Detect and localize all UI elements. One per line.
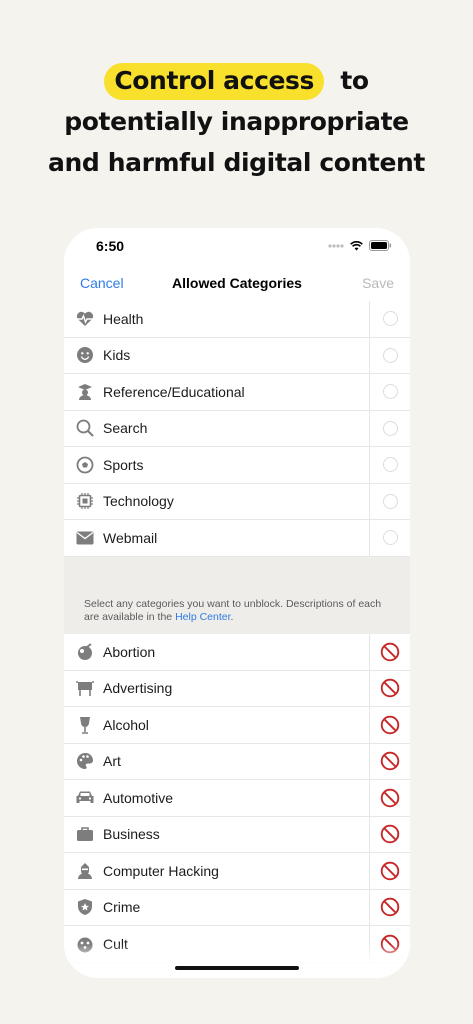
info-section: Select any categories you want to unbloc… <box>64 557 410 634</box>
headline-line-3: and harmful digital content <box>48 148 425 177</box>
headline: Control access to potentially inappropri… <box>0 60 473 183</box>
category-label: Business <box>103 826 160 843</box>
category-row-technology[interactable]: Technology <box>64 483 410 520</box>
bottom-fade <box>64 944 410 978</box>
headline-line-1: Control access to <box>0 60 473 101</box>
battery-icon <box>369 240 392 251</box>
unblock-control[interactable] <box>369 889 410 925</box>
category-row-business[interactable]: Business <box>64 816 410 853</box>
car-icon <box>75 788 95 808</box>
blocked-icon <box>380 751 400 771</box>
category-row-reference-educational[interactable]: Reference/Educational <box>64 374 410 411</box>
radio-circle-icon <box>382 420 398 436</box>
category-label: Webmail <box>103 529 158 546</box>
magnifier-icon <box>75 418 95 438</box>
blocked-icon <box>380 715 400 735</box>
badge-icon <box>75 897 95 917</box>
status-icons <box>328 240 392 251</box>
category-label: Abortion <box>103 643 156 660</box>
blocked-icon <box>380 678 400 698</box>
category-label: Alcohol <box>103 716 149 733</box>
radio-circle-icon <box>382 457 398 473</box>
radio-circle-icon <box>382 384 398 400</box>
select-control[interactable] <box>369 483 410 519</box>
category-row-art[interactable]: Art <box>64 743 410 780</box>
category-row-advertising[interactable]: Advertising <box>64 670 410 707</box>
signal-icon <box>328 243 344 248</box>
select-control[interactable] <box>369 410 410 446</box>
category-row-abortion[interactable]: Abortion <box>64 634 410 671</box>
category-row-computer-hacking[interactable]: Computer Hacking <box>64 853 410 890</box>
unblock-control[interactable] <box>369 670 410 706</box>
radio-circle-icon <box>382 311 398 327</box>
abortion-icon <box>75 642 95 662</box>
select-control[interactable] <box>369 337 410 373</box>
category-label: Reference/Educational <box>103 383 245 400</box>
blocked-icon <box>380 788 400 808</box>
category-label: Advertising <box>103 680 173 697</box>
envelope-icon <box>75 528 95 548</box>
category-row-sports[interactable]: Sports <box>64 447 410 484</box>
nav-title: Allowed Categories <box>172 275 302 291</box>
radio-circle-icon <box>382 347 398 363</box>
headline-highlight: Control access <box>104 63 325 100</box>
unblock-control[interactable] <box>369 853 410 889</box>
graduate-icon <box>75 382 95 402</box>
category-label: Kids <box>103 347 131 364</box>
category-label: Sports <box>103 456 144 473</box>
phone-screen: 6:50 Cancel Allowed Categories Save Heal… <box>64 228 410 978</box>
select-control[interactable] <box>369 520 410 556</box>
category-label: Health <box>103 310 144 327</box>
heart-pulse-icon <box>75 309 95 329</box>
category-label: Automotive <box>103 789 174 806</box>
palette-icon <box>75 751 95 771</box>
blocked-icon <box>380 897 400 917</box>
category-label: Art <box>103 753 121 770</box>
ball-icon <box>75 455 95 475</box>
help-center-link[interactable]: Help Center <box>175 611 230 623</box>
radio-circle-icon <box>382 530 398 546</box>
info-end: . <box>230 611 234 623</box>
save-button[interactable]: Save <box>362 275 394 291</box>
category-row-alcohol[interactable]: Alcohol <box>64 707 410 744</box>
unblock-control[interactable] <box>369 634 410 670</box>
category-row-search[interactable]: Search <box>64 410 410 447</box>
info-text: Select any categories you want to unbloc… <box>84 598 392 624</box>
category-row-automotive[interactable]: Automotive <box>64 780 410 817</box>
allowed-list: Health Kids Reference/Educational Search… <box>64 301 410 557</box>
select-control[interactable] <box>369 301 410 337</box>
category-row-crime[interactable]: Crime <box>64 889 410 926</box>
headline-line-2: potentially inappropriate <box>64 107 409 136</box>
wifi-icon <box>350 240 363 250</box>
unblock-control[interactable] <box>369 707 410 743</box>
blocked-icon <box>380 861 400 881</box>
category-row-kids[interactable]: Kids <box>64 337 410 374</box>
briefcase-icon <box>75 824 95 844</box>
radio-circle-icon <box>382 493 398 509</box>
blocked-icon <box>380 824 400 844</box>
category-row-health[interactable]: Health <box>64 301 410 338</box>
status-time: 6:50 <box>96 238 125 254</box>
headline-line-1-rest: to <box>340 66 369 95</box>
select-control[interactable] <box>369 374 410 410</box>
chip-icon <box>75 491 95 511</box>
category-label: Crime <box>103 899 141 916</box>
unblock-control[interactable] <box>369 816 410 852</box>
billboard-icon <box>75 678 95 698</box>
unblock-control[interactable] <box>369 780 410 816</box>
wine-glass-icon <box>75 715 95 735</box>
hacker-icon <box>75 861 95 881</box>
category-label: Technology <box>103 493 174 510</box>
nav-bar: Cancel Allowed Categories Save <box>64 268 410 300</box>
smiley-face-icon <box>75 345 95 365</box>
blocked-icon <box>380 642 400 662</box>
category-label: Computer Hacking <box>103 862 219 879</box>
category-row-webmail[interactable]: Webmail <box>64 520 410 557</box>
blocked-list: Abortion Advertising Alcohol Art Automot… <box>64 634 410 963</box>
category-label: Search <box>103 420 148 437</box>
select-control[interactable] <box>369 447 410 483</box>
unblock-control[interactable] <box>369 743 410 779</box>
home-indicator[interactable] <box>175 966 299 970</box>
status-bar: 6:50 <box>64 228 410 268</box>
